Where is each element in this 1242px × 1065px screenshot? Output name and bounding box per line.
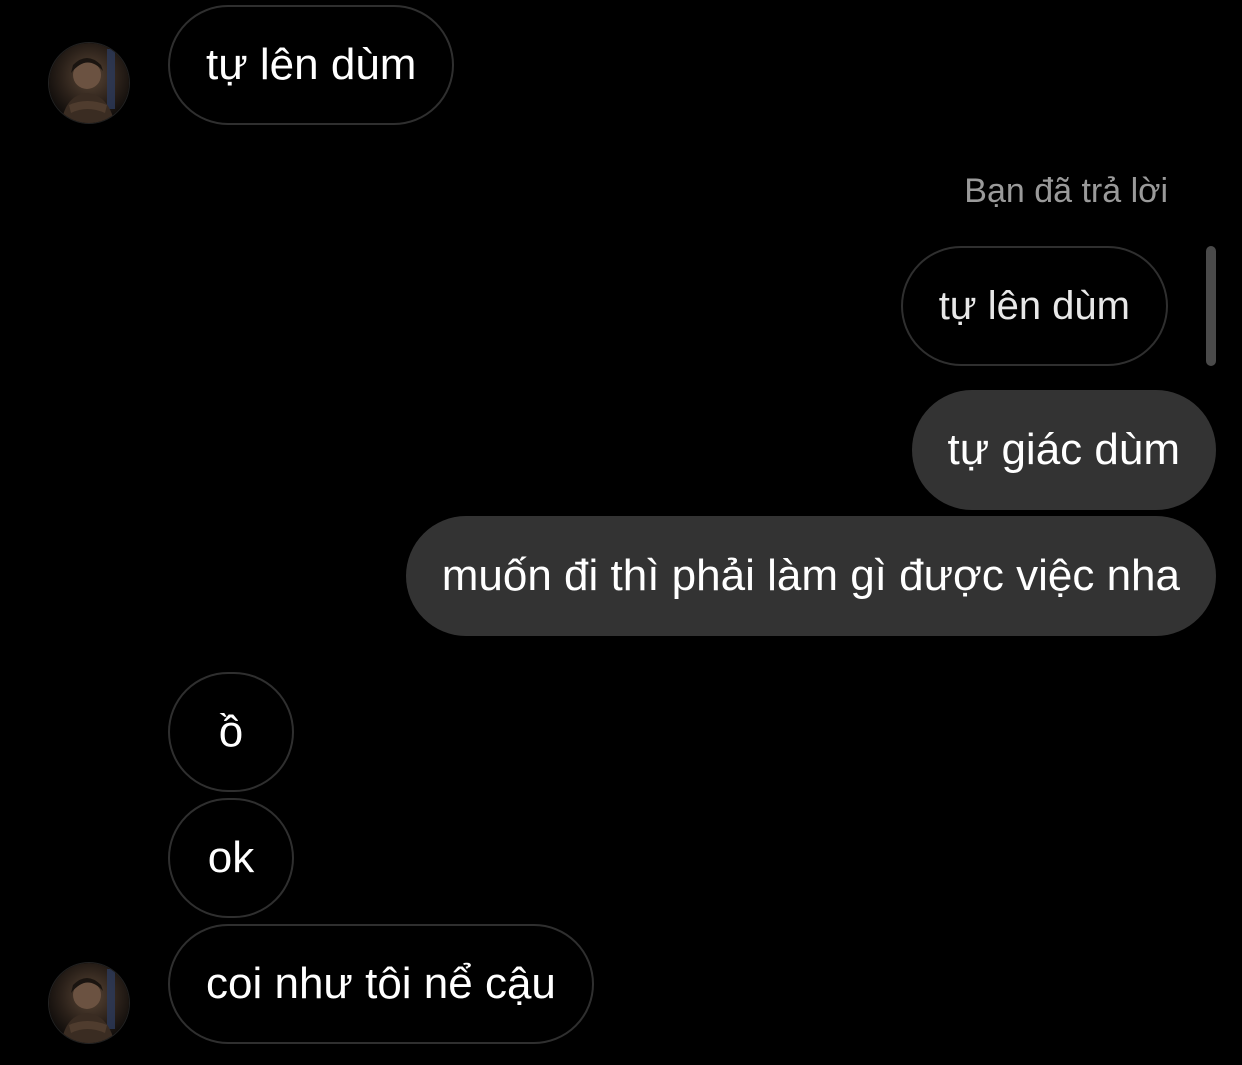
- message-bubble-outgoing[interactable]: tự giác dùm: [911, 390, 1216, 510]
- message-text: coi như tôi nể cậu: [206, 959, 556, 1008]
- message-text: tự giác dùm: [947, 425, 1180, 474]
- avatar-photo-icon: [49, 43, 129, 123]
- quoted-message-bubble[interactable]: tự lên dùm: [900, 246, 1168, 366]
- message-bubble-incoming[interactable]: coi như tôi nể cậu: [168, 924, 594, 1044]
- quoted-message-text: tự lên dùm: [938, 284, 1130, 328]
- message-bubble-outgoing[interactable]: muốn đi thì phải làm gì được việc nha: [405, 516, 1216, 636]
- message-bubble-incoming[interactable]: ồ: [168, 672, 294, 792]
- message-text: tự lên dùm: [206, 40, 417, 89]
- avatar[interactable]: [48, 962, 130, 1044]
- message-bubble-incoming[interactable]: tự lên dùm: [168, 5, 455, 125]
- scrollbar[interactable]: [1206, 246, 1216, 366]
- avatar[interactable]: [48, 42, 130, 124]
- message-text: muốn đi thì phải làm gì được việc nha: [441, 551, 1180, 600]
- message-text: ồ: [218, 707, 244, 756]
- reply-context-label: Bạn đã trả lời: [964, 172, 1168, 210]
- avatar-photo-icon: [49, 963, 129, 1043]
- message-text: ok: [207, 833, 255, 882]
- message-bubble-incoming[interactable]: ok: [168, 798, 294, 918]
